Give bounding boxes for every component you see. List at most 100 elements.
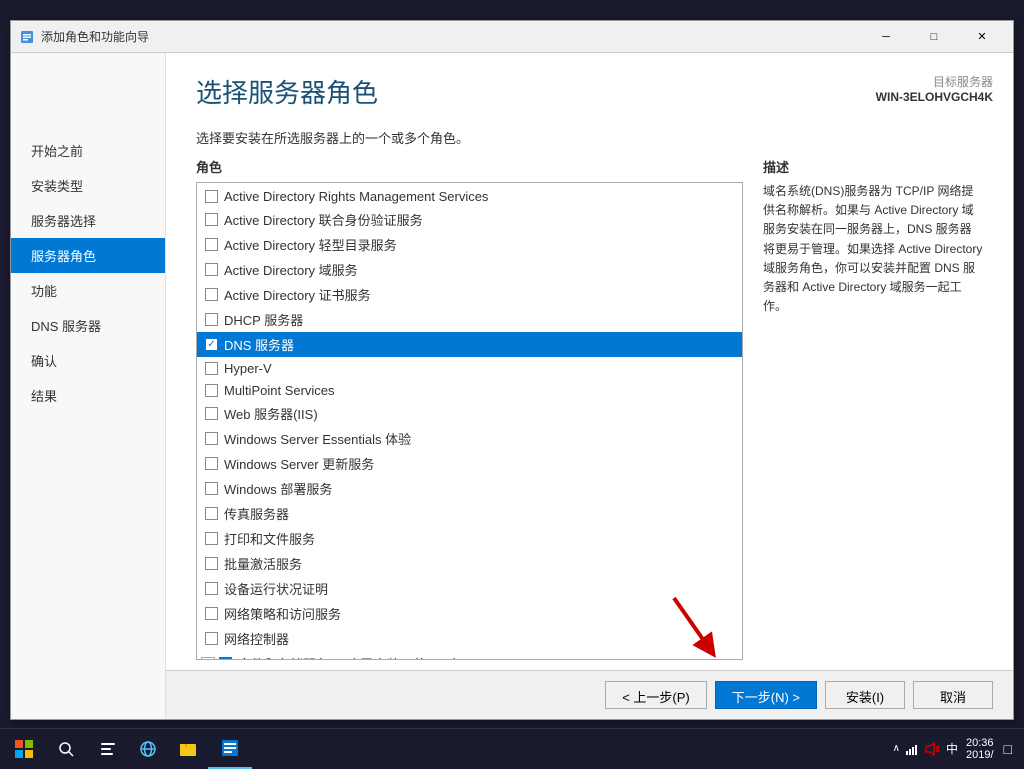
list-item-files[interactable]: ▷ ■ 文件和存储服务 (1 个已安装，共 12 个): [197, 651, 742, 660]
target-server-name: WIN-3ELOHVGCH4K: [876, 90, 993, 104]
sidebar-item-features[interactable]: 功能: [11, 273, 165, 308]
sidebar-item-results[interactable]: 结果: [11, 378, 165, 413]
list-item[interactable]: MultiPoint Services: [197, 379, 742, 401]
list-item[interactable]: Windows 部署服务: [197, 476, 742, 501]
role-label: Active Directory Rights Management Servi…: [224, 189, 488, 204]
close-button[interactable]: ✕: [959, 21, 1005, 53]
role-checkbox[interactable]: [205, 190, 218, 203]
roles-list-container[interactable]: Active Directory Rights Management Servi…: [196, 182, 743, 660]
main-window: 添加角色和功能向导 ─ □ ✕ 开始之前 安装类型 服务器选择 服务器角色 功能…: [10, 20, 1014, 720]
list-item[interactable]: Windows Server Essentials 体验: [197, 426, 742, 451]
taskbar-clock[interactable]: 20:36 2019/: [966, 737, 994, 761]
role-checkbox[interactable]: [205, 582, 218, 595]
list-item[interactable]: Windows Server 更新服务: [197, 451, 742, 476]
role-checkbox[interactable]: [205, 607, 218, 620]
expand-icon[interactable]: ▷: [201, 657, 215, 661]
list-item[interactable]: 传真服务器: [197, 501, 742, 526]
clock-time: 20:36: [966, 737, 994, 749]
minimize-button[interactable]: ─: [863, 21, 909, 53]
role-checkbox[interactable]: [205, 532, 218, 545]
role-checkbox[interactable]: [205, 482, 218, 495]
install-button[interactable]: 安装(I): [825, 681, 905, 709]
sidebar-item-server-select[interactable]: 服务器选择: [11, 203, 165, 238]
list-item[interactable]: DHCP 服务器: [197, 307, 742, 332]
target-server-info: 目标服务器 WIN-3ELOHVGCH4K: [876, 73, 993, 104]
sidebar-item-start[interactable]: 开始之前: [11, 133, 165, 168]
role-checkbox[interactable]: [205, 507, 218, 520]
description-section: 描述 域名系统(DNS)服务器为 TCP/IP 网络提供名称解析。如果与 Act…: [763, 157, 983, 660]
ime-indicator[interactable]: 中: [944, 740, 960, 757]
main-panel: 选择服务器角色 目标服务器 WIN-3ELOHVGCH4K 选择要安装在所选服务…: [166, 53, 1013, 719]
role-checkbox[interactable]: [205, 432, 218, 445]
role-label: Web 服务器(IIS): [224, 404, 318, 423]
list-item[interactable]: Active Directory 证书服务: [197, 282, 742, 307]
role-label: 网络策略和访问服务: [224, 604, 341, 623]
list-item[interactable]: Active Directory Rights Management Servi…: [197, 185, 742, 207]
network-icon: [904, 741, 920, 757]
sidebar: 开始之前 安装类型 服务器选择 服务器角色 功能 DNS 服务器 确认 结果: [11, 53, 166, 719]
page-title: 选择服务器角色: [196, 73, 983, 110]
role-label: 批量激活服务: [224, 554, 302, 573]
title-bar-icon: [19, 29, 35, 45]
list-item[interactable]: 打印和文件服务: [197, 526, 742, 551]
role-checkbox[interactable]: [205, 313, 218, 326]
role-checkbox[interactable]: [205, 213, 218, 226]
role-label: 网络控制器: [224, 629, 289, 648]
role-label: Windows Server Essentials 体验: [224, 429, 411, 448]
role-label: 传真服务器: [224, 504, 289, 523]
list-item[interactable]: 网络控制器: [197, 626, 742, 651]
role-label: 设备运行状况证明: [224, 579, 328, 598]
list-item[interactable]: Hyper-V: [197, 357, 742, 379]
list-item-dns[interactable]: ✓ DNS 服务器: [197, 332, 742, 357]
list-item[interactable]: Active Directory 联合身份验证服务: [197, 207, 742, 232]
list-item[interactable]: 网络策略和访问服务: [197, 601, 742, 626]
role-label: 打印和文件服务: [224, 529, 315, 548]
list-item[interactable]: Active Directory 域服务: [197, 257, 742, 282]
role-checkbox-dns[interactable]: ✓: [205, 338, 218, 351]
role-checkbox[interactable]: [205, 557, 218, 570]
role-checkbox[interactable]: [205, 362, 218, 375]
notification-icon[interactable]: □: [1000, 741, 1016, 757]
taskbar-ie[interactable]: [128, 729, 168, 769]
role-label: Active Directory 证书服务: [224, 285, 371, 304]
role-label-files: 文件和存储服务 (1 个已安装，共 12 个): [238, 654, 465, 660]
role-checkbox[interactable]: [205, 238, 218, 251]
body-area: 角色 Active Directory Rights Management Se…: [166, 157, 1013, 670]
role-checkbox[interactable]: [205, 384, 218, 397]
sidebar-item-dns[interactable]: DNS 服务器: [11, 308, 165, 343]
title-bar-text: 添加角色和功能向导: [41, 28, 863, 45]
taskbar-cortana[interactable]: [88, 729, 128, 769]
role-checkbox[interactable]: [205, 288, 218, 301]
start-button[interactable]: [0, 729, 48, 769]
main-header: 选择服务器角色 目标服务器 WIN-3ELOHVGCH4K: [166, 53, 1013, 128]
title-bar-controls: ─ □ ✕: [863, 21, 1005, 53]
role-label: Active Directory 联合身份验证服务: [224, 210, 423, 229]
role-checkbox[interactable]: [205, 263, 218, 276]
tray-up-arrow[interactable]: ∧: [893, 743, 900, 754]
taskbar-icon-group: [88, 729, 128, 769]
list-item[interactable]: 设备运行状况证明: [197, 576, 742, 601]
next-button[interactable]: 下一步(N) >: [715, 681, 817, 709]
taskbar-explorer[interactable]: [168, 729, 208, 769]
role-label: Windows Server 更新服务: [224, 454, 374, 473]
cancel-button[interactable]: 取消: [913, 681, 993, 709]
role-checkbox[interactable]: [205, 632, 218, 645]
role-checkbox[interactable]: [205, 407, 218, 420]
taskbar-wizard-app[interactable]: [208, 729, 252, 769]
role-label: Active Directory 轻型目录服务: [224, 235, 397, 254]
sidebar-item-server-roles[interactable]: 服务器角色: [11, 238, 165, 273]
volume-icon: [924, 741, 940, 757]
search-button[interactable]: [48, 729, 84, 769]
prev-button[interactable]: < 上一步(P): [605, 681, 707, 709]
maximize-button[interactable]: □: [911, 21, 957, 53]
role-checkbox-files[interactable]: ■: [219, 657, 232, 660]
role-checkbox[interactable]: [205, 457, 218, 470]
sidebar-item-confirm[interactable]: 确认: [11, 343, 165, 378]
list-item[interactable]: Web 服务器(IIS): [197, 401, 742, 426]
list-item[interactable]: Active Directory 轻型目录服务: [197, 232, 742, 257]
role-label: DHCP 服务器: [224, 310, 303, 329]
sidebar-item-install-type[interactable]: 安装类型: [11, 168, 165, 203]
list-item[interactable]: 批量激活服务: [197, 551, 742, 576]
roles-header: 角色: [196, 157, 743, 176]
role-label: Windows 部署服务: [224, 479, 332, 498]
